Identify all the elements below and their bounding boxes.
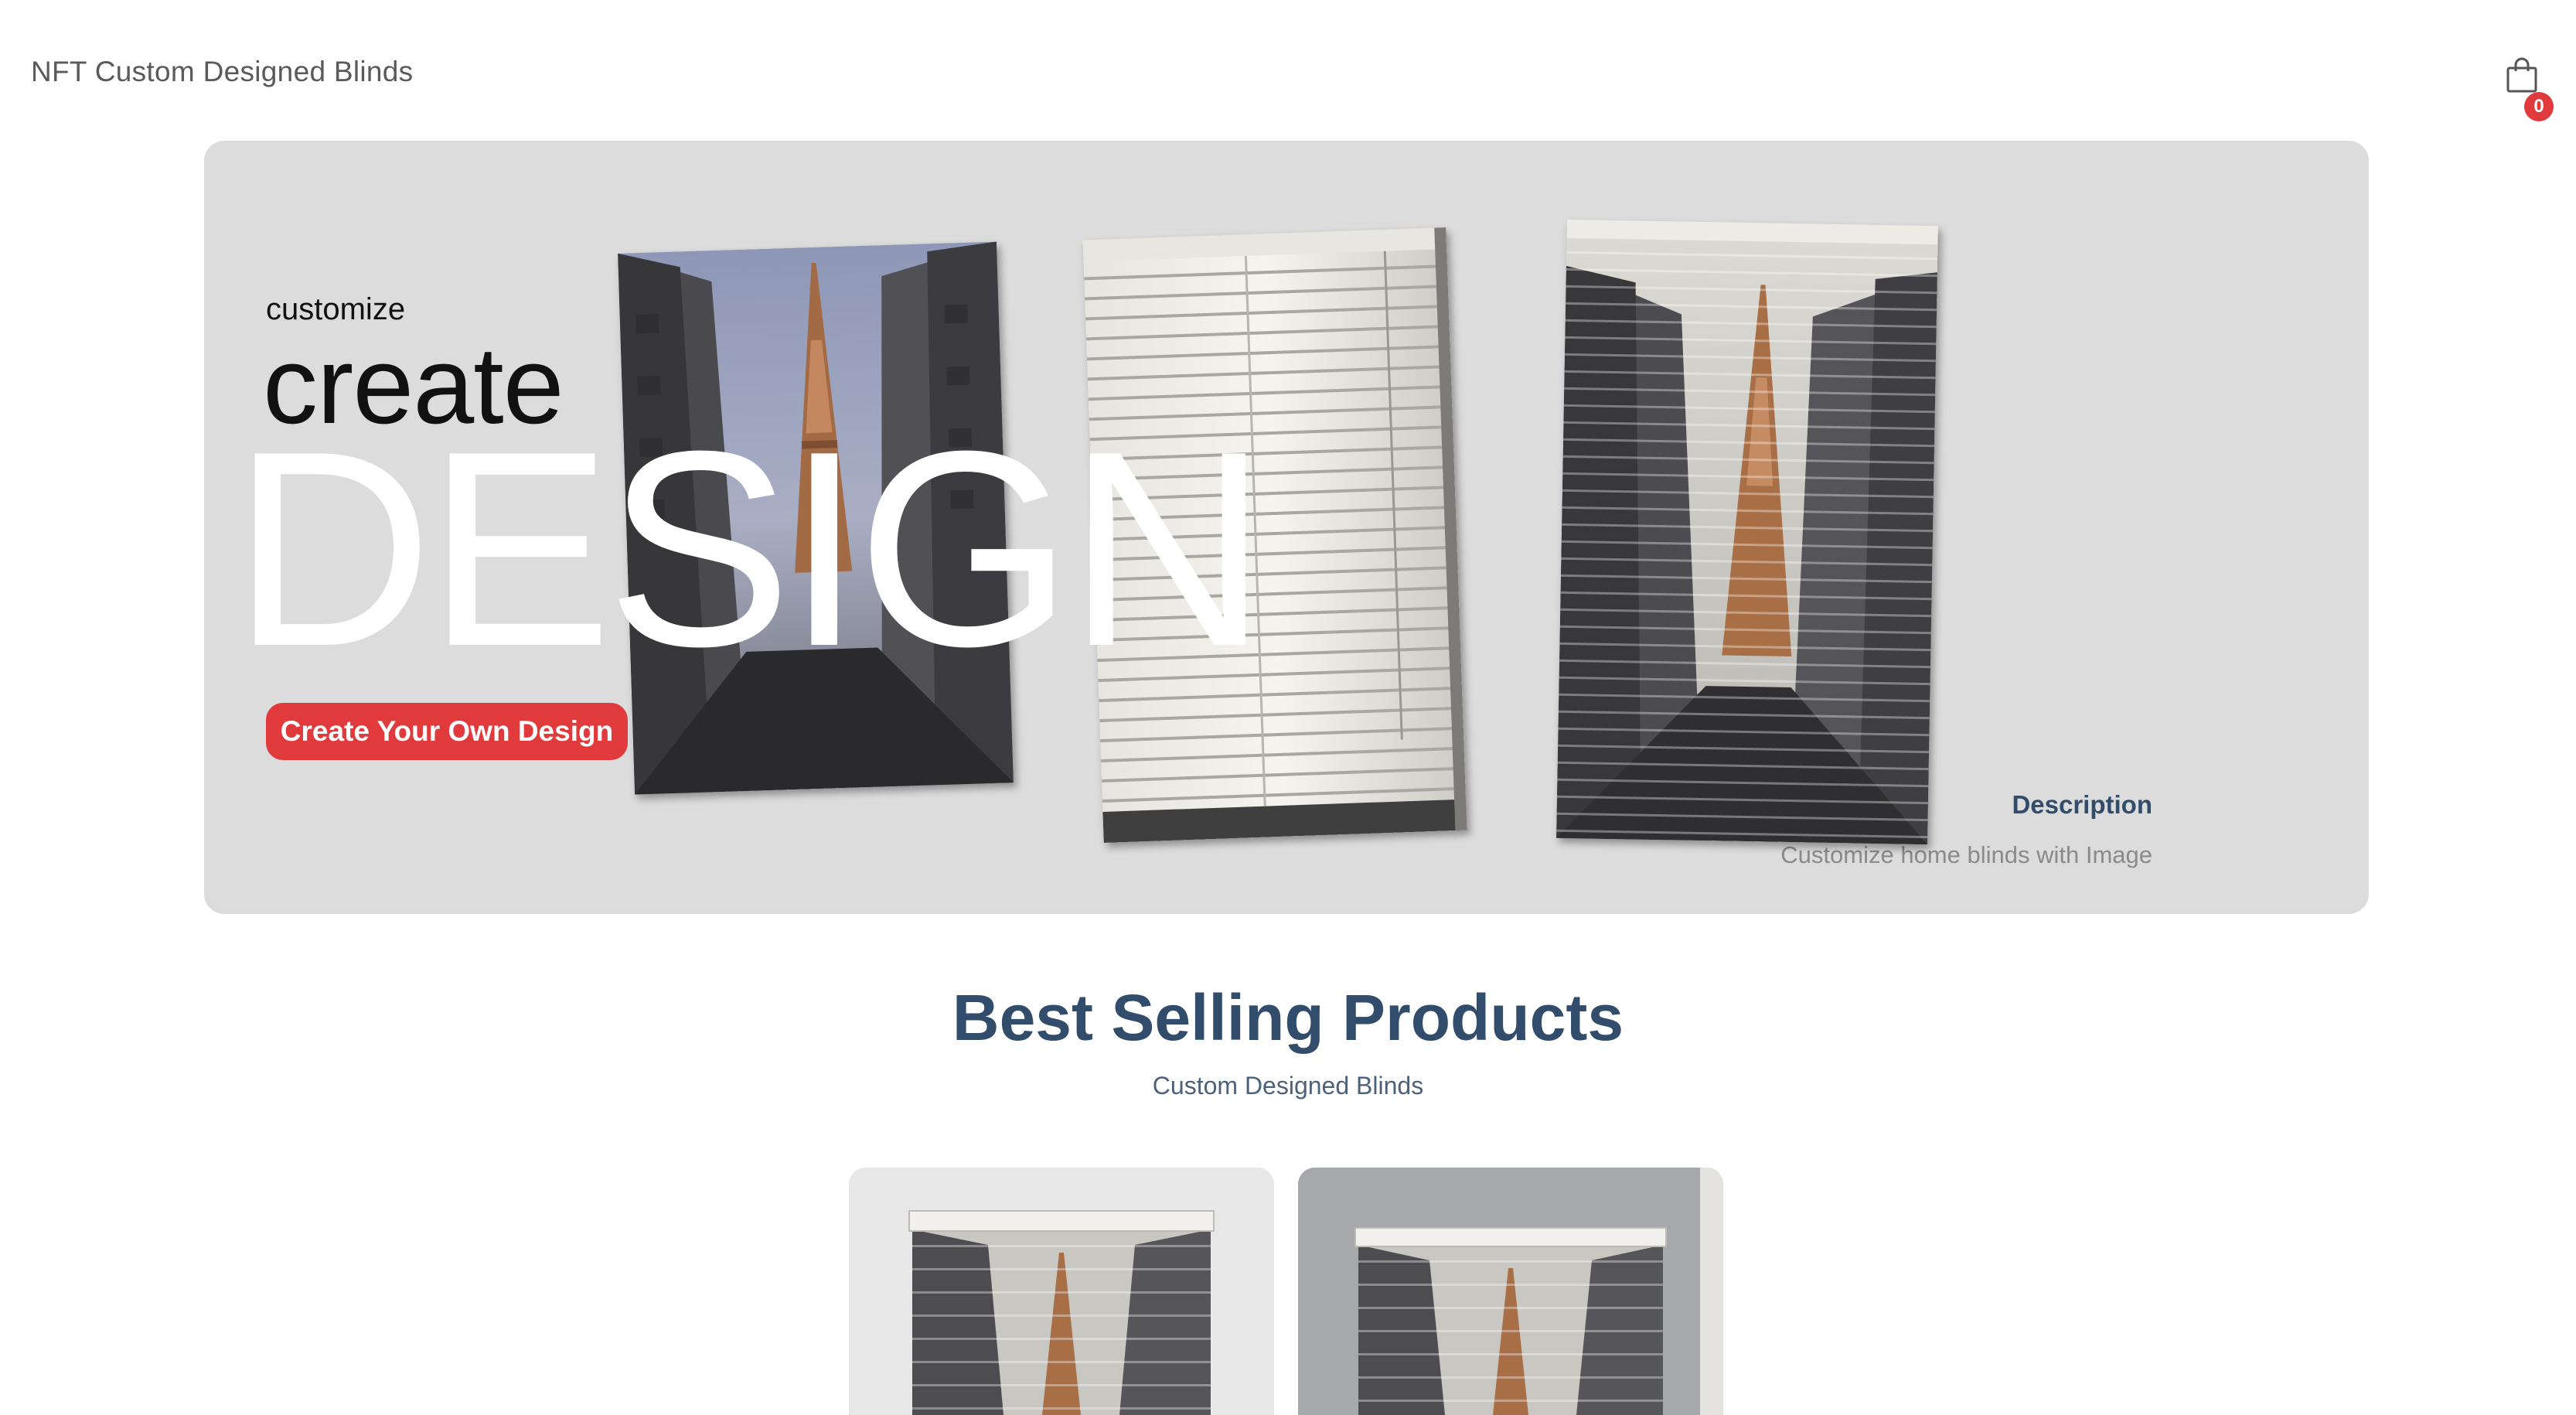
hero-description-title: Description	[2012, 790, 2152, 819]
hero-banner: customize create DESIGN Create Your Own …	[204, 141, 2369, 914]
create-your-own-design-button[interactable]: Create Your Own Design	[266, 703, 628, 760]
product-image	[849, 1168, 1274, 1415]
cart-count-badge: 0	[2524, 92, 2554, 121]
product-image	[1298, 1168, 1723, 1415]
shopping-bag-icon[interactable]	[2505, 56, 2539, 94]
navbar: NFT Custom Designed Blinds 0	[0, 0, 2576, 139]
site-logo[interactable]: NFT Custom Designed Blinds	[31, 56, 413, 88]
best-selling-subtitle: Custom Designed Blinds	[1152, 1072, 1424, 1100]
product-card[interactable]	[849, 1168, 1274, 1415]
best-selling-title: Best Selling Products	[952, 981, 1624, 1054]
hero-description-text: Customize home blinds with Image	[1780, 841, 2152, 868]
product-card[interactable]	[1298, 1168, 1723, 1415]
hero-blind-image-printed	[1556, 219, 1938, 845]
hero-heading: DESIGN	[232, 394, 1268, 704]
